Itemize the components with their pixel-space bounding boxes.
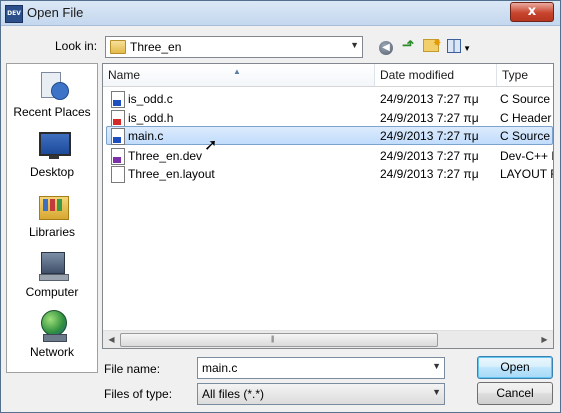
place-desktop[interactable]: Desktop (7, 126, 97, 184)
files-of-type-value: All files (*.*) (202, 387, 265, 401)
file-name: is_odd.h (128, 111, 174, 125)
file-row[interactable]: Three_en.layout 24/9/2013 7:27 πμ LAYOUT… (103, 164, 553, 183)
file-list[interactable]: Name ▲ Date modified Type is_odd.c 24/9/… (102, 63, 554, 349)
file-type: Dev-C++ Project (500, 149, 553, 163)
horizontal-scrollbar[interactable]: ◀ ||| ▶ (103, 330, 553, 348)
dev-cpp-app-icon: DEV (5, 5, 23, 23)
file-name: Three_en.dev (128, 149, 203, 163)
files-of-type-select[interactable]: All files (*.*) ▼ (197, 383, 445, 405)
column-name-label: Name (108, 68, 141, 82)
selection-highlight (106, 126, 553, 145)
place-label: Desktop (29, 165, 75, 179)
file-row-selected[interactable]: main.c 24/9/2013 7:27 πμ C Source File ➚ (103, 126, 553, 154)
network-icon (37, 310, 69, 342)
place-label: Recent Places (13, 105, 91, 119)
cancel-button[interactable]: Cancel (477, 382, 553, 405)
sparkle-icon: ✸ (433, 38, 442, 49)
scroll-right-arrow-icon[interactable]: ▶ (536, 331, 553, 348)
new-folder-button[interactable]: ✸ (422, 37, 442, 55)
grip-icon: ||| (271, 336, 275, 343)
look-in-combo[interactable]: Three_en ▼ (105, 36, 363, 58)
file-name-label: File name: (104, 362, 161, 376)
file-date: 24/9/2013 7:27 πμ (380, 167, 479, 181)
column-header-date-modified[interactable]: Date modified (375, 64, 497, 86)
c-source-icon (111, 128, 125, 145)
file-type: LAYOUT File (500, 167, 553, 181)
place-computer[interactable]: Computer (7, 246, 97, 304)
look-in-value: Three_en (130, 40, 182, 54)
document-icon (111, 166, 125, 183)
file-name: main.c (128, 129, 164, 143)
desktop-icon (37, 130, 71, 160)
open-file-dialog: DEV Open File x Look in: Three_en ▼ ◀ ⬏ … (0, 0, 561, 413)
file-name: is_odd.c (128, 92, 173, 106)
place-recent-places[interactable]: Recent Places (7, 66, 97, 124)
look-in-label: Look in: (55, 39, 98, 53)
scroll-left-arrow-icon[interactable]: ◀ (103, 331, 120, 348)
recent-places-icon (37, 70, 69, 100)
column-header-type[interactable]: Type (497, 64, 553, 86)
place-libraries[interactable]: Libraries (7, 186, 97, 244)
file-date: 24/9/2013 7:27 πμ (380, 92, 479, 106)
chevron-down-icon: ▼ (432, 387, 441, 397)
libraries-icon (37, 190, 69, 220)
places-bar: Recent Places Desktop Libraries Computer… (6, 63, 98, 373)
window-title: Open File (27, 5, 84, 20)
files-of-type-label: Files of type: (104, 387, 173, 401)
scrollbar-thumb[interactable]: ||| (120, 333, 438, 347)
column-header-row: Name ▲ Date modified Type (103, 64, 553, 87)
up-arrow-icon: ⬏ (401, 37, 415, 54)
file-row[interactable]: is_odd.c 24/9/2013 7:27 πμ C Source File (103, 89, 553, 108)
view-menu-button[interactable]: ▼ (446, 37, 472, 55)
file-date: 24/9/2013 7:27 πμ (380, 149, 479, 163)
place-network[interactable]: Network (7, 306, 97, 364)
up-one-level-button[interactable]: ⬏ (399, 37, 417, 55)
dev-project-icon (111, 148, 125, 165)
file-name-input[interactable]: main.c ▼ (197, 357, 445, 379)
place-label: Network (29, 345, 74, 359)
file-row[interactable]: Three_en.dev 24/9/2013 7:27 πμ Dev-C++ P… (103, 146, 553, 165)
file-type: C Source File (500, 92, 553, 106)
file-name: Three_en.layout (128, 167, 215, 181)
place-label: Libraries (28, 225, 76, 239)
folder-icon (110, 40, 126, 54)
file-date: 24/9/2013 7:27 πμ (380, 129, 479, 143)
place-label: Computer (25, 285, 79, 299)
title-bar[interactable]: DEV Open File x (1, 1, 560, 26)
file-type: C Header File (500, 111, 553, 125)
computer-icon (37, 250, 69, 281)
chevron-down-icon: ▼ (460, 44, 472, 53)
c-source-icon (111, 91, 125, 108)
chevron-down-icon: ▼ (350, 40, 359, 50)
close-button[interactable]: x (510, 2, 554, 22)
back-arrow-icon: ◀ (379, 41, 393, 55)
column-header-name[interactable]: Name ▲ (103, 64, 375, 86)
file-type: C Source File (500, 129, 553, 143)
view-grid-icon (446, 39, 461, 53)
chevron-down-icon[interactable]: ▼ (432, 361, 441, 371)
open-button[interactable]: Open (477, 356, 553, 379)
c-header-icon (111, 110, 125, 127)
file-name-value: main.c (202, 361, 238, 375)
file-row[interactable]: is_odd.h 24/9/2013 7:27 πμ C Header File (103, 108, 553, 127)
sort-ascending-icon: ▲ (233, 67, 241, 76)
back-button[interactable]: ◀ (377, 37, 395, 55)
file-date: 24/9/2013 7:27 πμ (380, 111, 479, 125)
